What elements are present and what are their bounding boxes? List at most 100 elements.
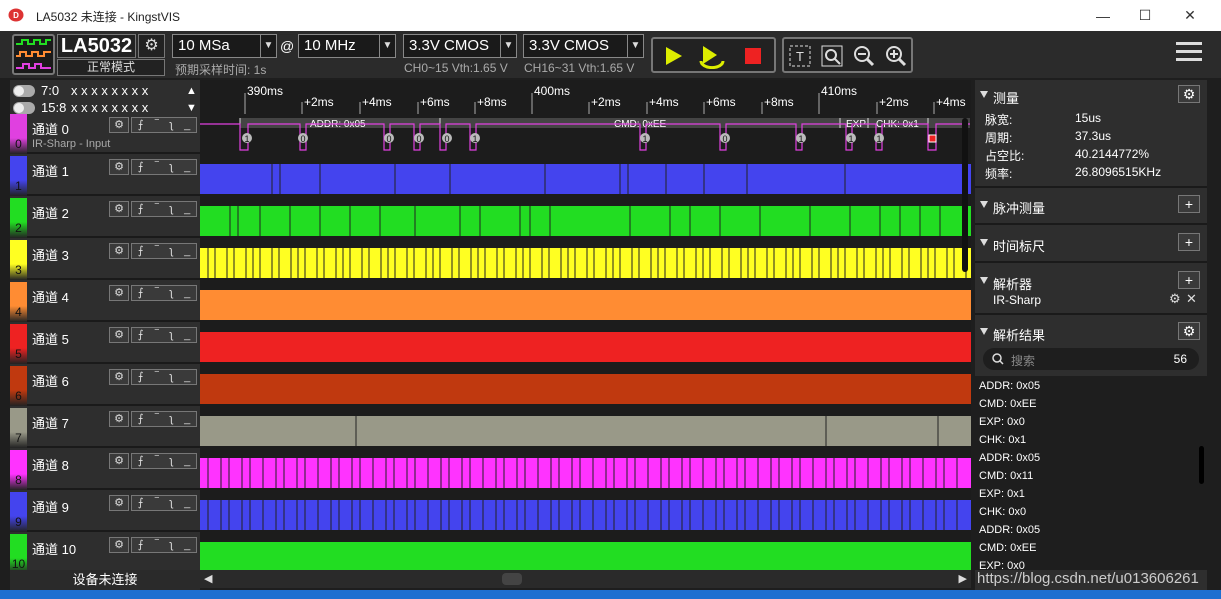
add-time-ruler-button[interactable]: + — [1178, 233, 1200, 251]
channel-row[interactable]: 2 通道 2 ⚙ ⨍ ‾ ʅ _ — [10, 198, 200, 238]
results-settings-gear-icon[interactable]: ⚙ — [1178, 322, 1200, 340]
vertical-scrollbar[interactable] — [962, 118, 968, 272]
low-level-icon[interactable]: _ — [184, 286, 190, 300]
result-item[interactable]: CMD: 0xEE — [979, 398, 1036, 410]
falling-edge-icon[interactable]: ʅ — [170, 370, 172, 384]
hamburger-menu-icon[interactable] — [1176, 42, 1202, 66]
high-level-icon[interactable]: ‾ — [155, 118, 159, 132]
channel-name[interactable]: 通道 9 — [32, 497, 69, 516]
channel-row[interactable]: 0 通道 0 IR-Sharp - Input ⚙ ⨍ ‾ ʅ _ — [10, 114, 200, 154]
results-scrollbar[interactable] — [1199, 446, 1204, 484]
channel-settings-gear-icon[interactable]: ⚙ — [109, 327, 129, 343]
rising-edge-icon[interactable]: ⨍ — [138, 496, 144, 510]
analyzer-remove-close-icon[interactable]: ✕ — [1186, 291, 1197, 307]
rising-edge-icon[interactable]: ⨍ — [138, 412, 144, 426]
trigger-select[interactable]: ⨍ ‾ ʅ _ — [131, 201, 197, 217]
high-level-icon[interactable]: ‾ — [155, 454, 159, 468]
falling-edge-icon[interactable]: ʅ — [170, 538, 172, 552]
channel-row[interactable]: 6 通道 6 ⚙ ⨍ ‾ ʅ _ — [10, 366, 200, 406]
channel-row[interactable]: 4 通道 4 ⚙ ⨍ ‾ ʅ _ — [10, 282, 200, 322]
channel-settings-gear-icon[interactable]: ⚙ — [109, 411, 129, 427]
result-item[interactable]: CHK: 0x1 — [979, 434, 1026, 446]
channel-7-waveform[interactable] — [200, 416, 971, 446]
channel-name[interactable]: 通道 2 — [32, 203, 69, 222]
rising-edge-icon[interactable]: ⨍ — [138, 328, 144, 342]
trigger-select[interactable]: ⨍ ‾ ʅ _ — [131, 411, 197, 427]
trigger-select[interactable]: ⨍ ‾ ʅ _ — [131, 327, 197, 343]
channel-color-tab[interactable]: 3 — [10, 240, 27, 280]
channel-2-waveform[interactable] — [200, 206, 971, 236]
channel-settings-gear-icon[interactable]: ⚙ — [109, 159, 129, 175]
low-level-icon[interactable]: _ — [184, 454, 190, 468]
threshold-select-1[interactable]: 3.3V CMOS ▼ — [403, 34, 517, 58]
rising-edge-icon[interactable]: ⨍ — [138, 160, 144, 174]
sample-depth-select[interactable]: 10 MSa ▼ — [172, 34, 277, 58]
threshold-select-2[interactable]: 3.3V CMOS ▼ — [523, 34, 644, 58]
trigger-select[interactable]: ⨍ ‾ ʅ _ — [131, 369, 197, 385]
channel-row[interactable]: 8 通道 8 ⚙ ⨍ ‾ ʅ _ — [10, 450, 200, 490]
add-pulse-button[interactable]: + — [1178, 195, 1200, 213]
channel-settings-gear-icon[interactable]: ⚙ — [109, 117, 129, 133]
channel-row[interactable]: 5 通道 5 ⚙ ⨍ ‾ ʅ _ — [10, 324, 200, 364]
channel-settings-gear-icon[interactable]: ⚙ — [109, 537, 129, 553]
device-waveform-icon[interactable] — [12, 34, 55, 75]
sample-rate-select[interactable]: 10 MHz ▼ — [298, 34, 396, 58]
trigger-select[interactable]: ⨍ ‾ ʅ _ — [131, 243, 197, 259]
channel-name[interactable]: 通道 6 — [32, 371, 69, 390]
collapse-icon[interactable] — [980, 239, 988, 246]
channel-6-waveform[interactable] — [200, 374, 971, 404]
falling-edge-icon[interactable]: ʅ — [170, 496, 172, 510]
low-level-icon[interactable]: _ — [184, 118, 190, 132]
rising-edge-icon[interactable]: ⨍ — [138, 118, 144, 132]
channel-settings-gear-icon[interactable]: ⚙ — [109, 453, 129, 469]
rising-edge-icon[interactable]: ⨍ — [138, 244, 144, 258]
channel-name[interactable]: 通道 5 — [32, 329, 69, 348]
low-level-icon[interactable]: _ — [184, 328, 190, 342]
channel-settings-gear-icon[interactable]: ⚙ — [109, 369, 129, 385]
horizontal-scrollbar[interactable]: ◀ ▶ — [200, 570, 971, 588]
low-level-icon[interactable]: _ — [184, 538, 190, 552]
trigger-select[interactable]: ⨍ ‾ ʅ _ — [131, 537, 197, 553]
scroll-thumb[interactable] — [502, 573, 522, 585]
group-toggle[interactable] — [13, 84, 35, 97]
measure-section[interactable]: 测量 ⚙ — [975, 85, 1207, 106]
analyzer-section[interactable]: 解析器 + — [975, 271, 1207, 292]
trigger-select[interactable]: ⨍ ‾ ʅ _ — [131, 453, 197, 469]
collapse-icon[interactable] — [980, 91, 988, 98]
falling-edge-icon[interactable]: ʅ — [170, 244, 172, 258]
channel-color-tab[interactable]: 9 — [10, 492, 27, 532]
channel-color-tab[interactable]: 8 — [10, 450, 27, 490]
scroll-left-icon[interactable]: ◀ — [204, 572, 212, 585]
collapse-icon[interactable] — [980, 277, 988, 284]
channel-group-0-7[interactable]: 7:0 x x x x x x x x ▲ — [10, 82, 200, 99]
chevron-down-icon[interactable]: ▼ — [186, 102, 197, 114]
channel-name[interactable]: 通道 3 — [32, 245, 69, 264]
channel-4-waveform[interactable] — [200, 290, 971, 320]
channel-color-tab[interactable]: 7 — [10, 408, 27, 448]
falling-edge-icon[interactable]: ʅ — [170, 328, 172, 342]
channel-5-waveform[interactable] — [200, 332, 971, 362]
falling-edge-icon[interactable]: ʅ — [170, 412, 172, 426]
play-icon[interactable] — [659, 43, 687, 69]
search-field[interactable]: 搜索 56 — [983, 348, 1199, 370]
result-item[interactable]: CHK: 0x0 — [979, 506, 1026, 518]
channel-name[interactable]: 通道 8 — [32, 455, 69, 474]
channel-3-waveform[interactable] — [200, 248, 971, 278]
channel-settings-gear-icon[interactable]: ⚙ — [109, 495, 129, 511]
high-level-icon[interactable]: ‾ — [155, 412, 159, 426]
trigger-select[interactable]: ⨍ ‾ ʅ _ — [131, 495, 197, 511]
channel-name[interactable]: 通道 0 — [32, 119, 69, 138]
channel-row[interactable]: 7 通道 7 ⚙ ⨍ ‾ ʅ _ — [10, 408, 200, 448]
low-level-icon[interactable]: _ — [184, 370, 190, 384]
trigger-select[interactable]: ⨍ ‾ ʅ _ — [131, 285, 197, 301]
falling-edge-icon[interactable]: ʅ — [170, 202, 172, 216]
channel-row[interactable]: 10 通道 10 ⚙ ⨍ ‾ ʅ _ — [10, 534, 200, 574]
channel-10-waveform[interactable] — [200, 542, 971, 572]
time-ruler-section[interactable]: 时间标尺 + — [975, 233, 1207, 254]
result-item[interactable]: CMD: 0xEE — [979, 542, 1036, 554]
low-level-icon[interactable]: _ — [184, 496, 190, 510]
zoom-out-icon[interactable] — [850, 43, 878, 69]
result-item[interactable]: ADDR: 0x05 — [979, 452, 1040, 464]
device-name[interactable]: LA5032 — [57, 34, 136, 58]
low-level-icon[interactable]: _ — [184, 244, 190, 258]
